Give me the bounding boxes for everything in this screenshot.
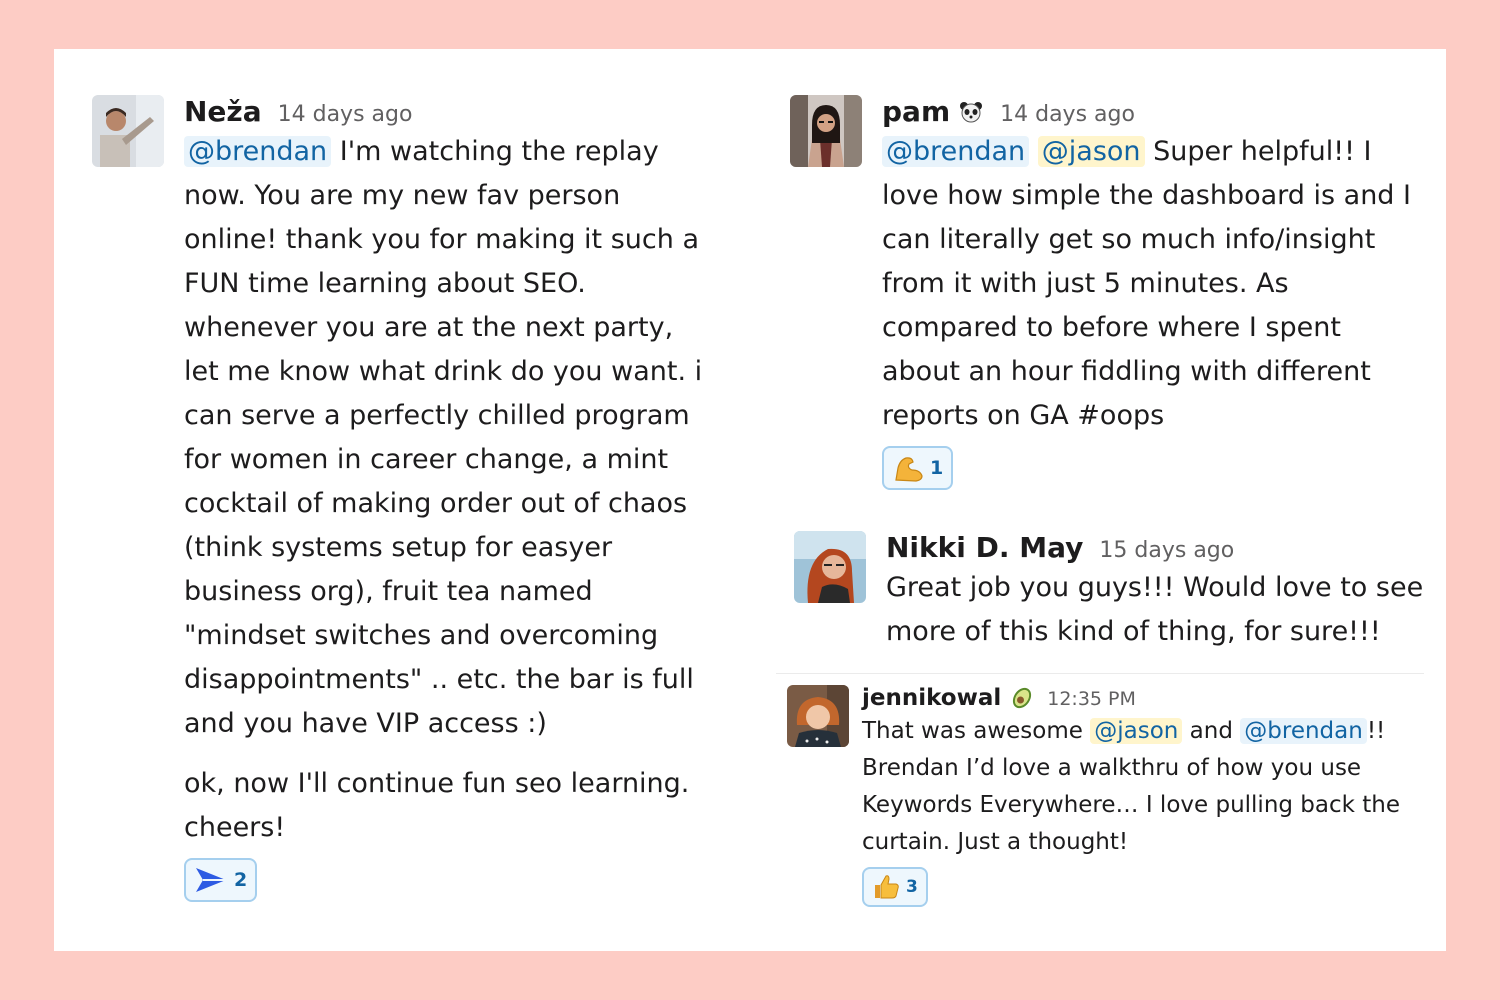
reaction-count: 1 (930, 457, 944, 479)
reaction-button[interactable]: 1 (882, 446, 954, 490)
reaction-count: 2 (234, 869, 248, 891)
avocado-icon (1013, 687, 1032, 709)
reaction-count: 3 (906, 877, 918, 897)
reaction-button[interactable]: 2 (184, 858, 258, 902)
timestamp[interactable]: 14 days ago (1000, 102, 1135, 127)
timestamp[interactable]: 15 days ago (1099, 538, 1234, 563)
message-body: pam 14 days ago @brendan @jason Super he… (882, 95, 1412, 490)
avatar[interactable] (787, 685, 849, 747)
message-header: Nikki D. May 15 days ago (886, 531, 1426, 564)
message-text: Great job you guys!!! Would love to see … (886, 566, 1426, 654)
message-paragraph: That was awesome @jason and @brendan!! B… (862, 713, 1402, 861)
paragraph-text: and (1182, 718, 1241, 744)
author-name[interactable]: Nikki D. May (886, 531, 1083, 564)
message-text: @brendan @jason Super helpful!! I love h… (882, 130, 1412, 438)
message-header: Neža 14 days ago (184, 95, 704, 128)
timestamp[interactable]: 12:35 PM (1047, 688, 1136, 710)
message-thread-card: Neža 14 days ago @brendan I'm watching t… (54, 49, 1446, 951)
thumbs-up-icon (875, 875, 899, 899)
flexed-biceps-icon (895, 457, 923, 482)
message-paragraph: ok, now I'll continue fun seo learning. … (184, 768, 690, 843)
timestamp[interactable]: 14 days ago (278, 102, 413, 127)
message-paragraph: Great job you guys!!! Would love to see … (886, 572, 1424, 647)
paper-plane-icon (196, 868, 226, 892)
avatar[interactable] (790, 95, 862, 167)
mention-brendan[interactable]: @brendan (184, 136, 332, 167)
message-text: That was awesome @jason and @brendan!! B… (862, 713, 1402, 861)
mention-brendan[interactable]: @brendan (1240, 718, 1367, 744)
message-body: Neža 14 days ago @brendan I'm watching t… (184, 95, 704, 902)
paragraph-text: That was awesome (862, 718, 1091, 744)
panda-icon (960, 101, 983, 122)
author-name[interactable]: Neža (184, 95, 262, 128)
message-body: jennikowal 12:35 PM That was awesome @ja… (862, 685, 1402, 907)
reaction-button[interactable]: 3 (862, 867, 928, 907)
author-name[interactable]: pam (882, 95, 950, 128)
mention-jason[interactable]: @jason (1090, 718, 1183, 744)
mention-brendan[interactable]: @brendan (882, 136, 1030, 167)
paragraph-text: Super helpful!! I love how simple the da… (882, 136, 1411, 431)
message-header: jennikowal 12:35 PM (862, 685, 1402, 711)
divider (776, 673, 1424, 674)
message-paragraph: @brendan I'm watching the replay now. Yo… (184, 130, 704, 746)
avatar[interactable] (794, 531, 866, 603)
mention-jason[interactable]: @jason (1037, 136, 1145, 167)
message-text: @brendan I'm watching the replay now. Yo… (184, 130, 704, 850)
message-header: pam 14 days ago (882, 95, 1412, 128)
avatar[interactable] (92, 95, 164, 167)
message-paragraph: @brendan @jason Super helpful!! I love h… (882, 130, 1412, 438)
message-body: Nikki D. May 15 days ago Great job you g… (886, 531, 1426, 654)
paragraph-text: I'm watching the replay now. You are my … (184, 136, 703, 739)
author-name[interactable]: jennikowal (862, 685, 1001, 711)
